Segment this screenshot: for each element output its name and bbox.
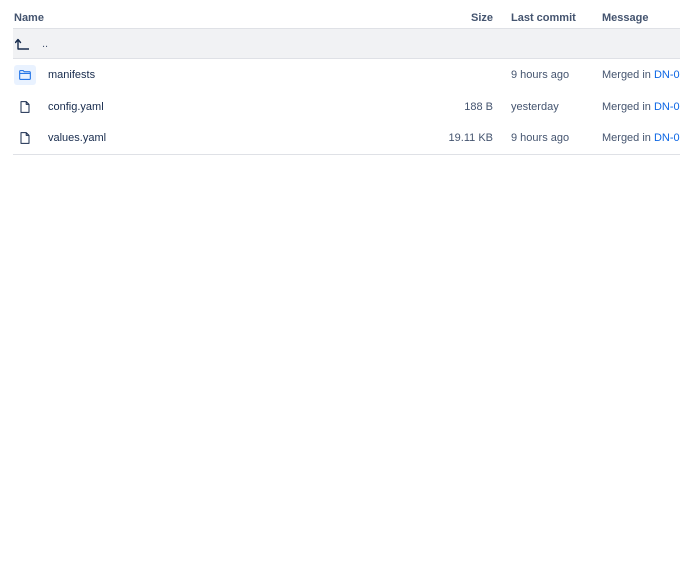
file-size: 19.11 KB bbox=[448, 132, 493, 144]
commit-message-prefix: Merged in bbox=[602, 132, 654, 144]
table-row[interactable]: config.yaml 188 B yesterday Merged in DN… bbox=[13, 91, 680, 123]
header-name[interactable]: Name bbox=[14, 12, 44, 24]
file-icon bbox=[14, 128, 36, 148]
commit-message: Merged in DN-0- bbox=[602, 101, 680, 113]
table-row[interactable]: manifests 9 hours ago Merged in DN-0- bbox=[13, 59, 680, 91]
table-bottom-divider bbox=[13, 153, 680, 155]
header-message[interactable]: Message bbox=[602, 12, 648, 24]
parent-directory-label[interactable]: .. bbox=[42, 38, 48, 50]
file-size: 188 B bbox=[464, 100, 493, 113]
last-commit-time: yesterday bbox=[511, 100, 559, 113]
last-commit-time: 9 hours ago bbox=[511, 132, 570, 144]
file-table: Name Size Last commit Message .. manifes… bbox=[13, 0, 680, 155]
commit-issue-link[interactable]: DN-0- bbox=[654, 69, 680, 81]
commit-issue-link[interactable]: DN-0- bbox=[654, 132, 680, 144]
file-name-link[interactable]: manifests bbox=[48, 69, 95, 81]
file-icon bbox=[14, 97, 36, 117]
table-row[interactable]: values.yaml 19.11 KB 9 hours ago Merged … bbox=[13, 122, 680, 154]
file-name-link[interactable]: config.yaml bbox=[48, 101, 104, 113]
parent-directory-row[interactable]: .. bbox=[13, 29, 680, 59]
table-header: Name Size Last commit Message bbox=[13, 0, 680, 29]
commit-issue-link[interactable]: DN-0- bbox=[654, 101, 680, 113]
commit-message-prefix: Merged in bbox=[602, 69, 654, 81]
file-name-link[interactable]: values.yaml bbox=[48, 132, 106, 144]
folder-icon bbox=[14, 65, 36, 85]
commit-message: Merged in DN-0- bbox=[602, 132, 680, 144]
parent-directory-icon bbox=[14, 38, 30, 53]
header-last-commit[interactable]: Last commit bbox=[511, 12, 576, 24]
commit-message: Merged in DN-0- bbox=[602, 69, 680, 81]
header-size[interactable]: Size bbox=[471, 12, 493, 24]
last-commit-time: 9 hours ago bbox=[511, 69, 570, 81]
commit-message-prefix: Merged in bbox=[602, 100, 654, 113]
